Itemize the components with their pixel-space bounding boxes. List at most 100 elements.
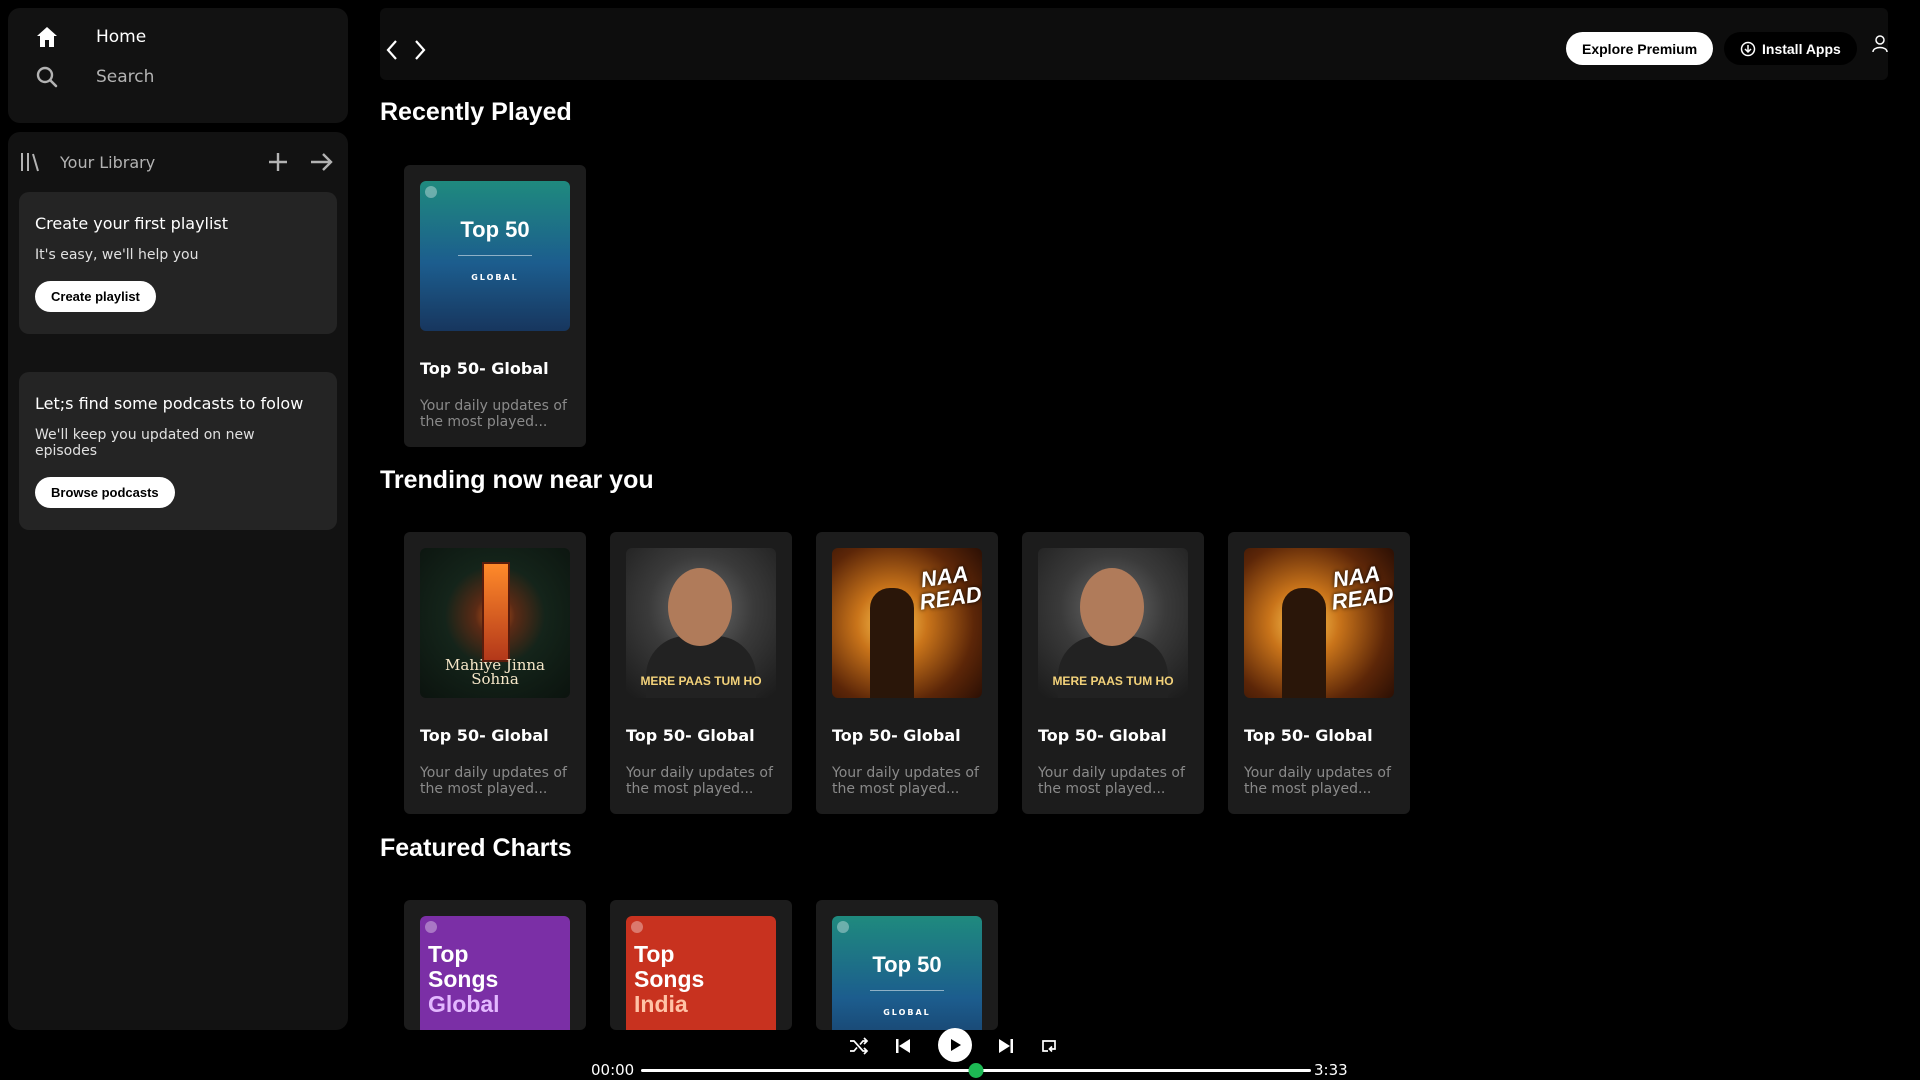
- cover-line: Top: [634, 941, 675, 967]
- portrait-face: [668, 568, 732, 646]
- sidebar-item-label: Home: [96, 27, 147, 47]
- library-icon[interactable]: [18, 150, 42, 174]
- section-title-recently-played: Recently Played: [380, 98, 572, 126]
- next-icon[interactable]: [994, 1034, 1018, 1058]
- section-title-trending: Trending now near you: [380, 466, 654, 494]
- playlist-card[interactable]: NAA READY Top 50- Global Your daily upda…: [816, 532, 998, 814]
- cover-title: Top Songs Global: [428, 942, 500, 1017]
- play-icon: [951, 1039, 961, 1051]
- playlist-cover: Top Songs Global: [420, 916, 570, 1030]
- browse-podcasts-card: Let;s find some podcasts to folow We'll …: [19, 372, 337, 530]
- chevron-right-icon[interactable]: [410, 38, 430, 62]
- arrow-right-icon[interactable]: [306, 146, 338, 178]
- browse-podcasts-button[interactable]: Browse podcasts: [35, 477, 175, 508]
- spotify-logo-icon: [425, 921, 437, 933]
- phone-booth-graphic: [482, 562, 510, 662]
- card-title: Top 50- Global: [420, 359, 549, 378]
- spotify-logo-icon: [837, 921, 849, 933]
- cover-line: India: [634, 991, 688, 1017]
- card-title: Top 50- Global: [420, 726, 549, 745]
- card-description: Your daily updates of the most played...: [626, 765, 773, 797]
- library-panel: Your Library Create your first playlist …: [8, 132, 348, 1030]
- explore-premium-button[interactable]: Explore Premium: [1566, 32, 1714, 65]
- playlist-cover: MERE PAAS TUM HO: [1038, 548, 1188, 698]
- sidebar-nav: Home Search: [8, 8, 348, 123]
- figure-graphic: [1282, 588, 1326, 698]
- current-time: 00:00: [591, 1061, 635, 1079]
- spotify-logo-icon: [425, 186, 437, 198]
- playlist-cover: NAA READY: [832, 548, 982, 698]
- cover-divider: [870, 990, 944, 991]
- cover-title: Mahiye Jinna Sohna: [445, 656, 545, 688]
- cover-title: Top 50: [872, 952, 942, 977]
- playlist-cover: NAA READY: [1244, 548, 1394, 698]
- playlist-card[interactable]: Top Songs Global: [404, 900, 586, 1030]
- cover-title: Top Songs India: [634, 942, 704, 1017]
- button-label: Install Apps: [1762, 40, 1841, 57]
- install-apps-button[interactable]: Install Apps: [1724, 32, 1857, 65]
- top-bar: Explore Premium Install Apps: [380, 8, 1888, 80]
- cover-line: Top: [428, 941, 469, 967]
- previous-icon[interactable]: [891, 1034, 915, 1058]
- playlist-cover: Mahiye Jinna Sohna: [420, 548, 570, 698]
- card-description: Your daily updates of the most played...: [1038, 765, 1185, 797]
- library-label[interactable]: Your Library: [60, 153, 250, 172]
- spotify-logo-icon: [631, 921, 643, 933]
- create-playlist-button[interactable]: Create playlist: [35, 281, 156, 312]
- trending-row: Mahiye Jinna Sohna Top 50- Global Your d…: [404, 532, 1410, 814]
- portrait-face: [1080, 568, 1144, 646]
- user-icon[interactable]: [1870, 34, 1890, 54]
- playlist-card[interactable]: MERE PAAS TUM HO Top 50- Global Your dai…: [1022, 532, 1204, 814]
- sidebar-item-home[interactable]: Home: [32, 22, 146, 52]
- sidebar-item-search[interactable]: Search: [32, 62, 154, 92]
- track-duration: 3:33: [1314, 1061, 1348, 1079]
- playlist-cover: Top 50 GLOBAL: [832, 916, 982, 1030]
- progress-bar[interactable]: [641, 1063, 1311, 1078]
- playlist-cover: Top 50 GLOBAL: [420, 181, 570, 331]
- playlist-cover: MERE PAAS TUM HO: [626, 548, 776, 698]
- repeat-icon[interactable]: [1037, 1034, 1061, 1058]
- button-label: Explore Premium: [1582, 40, 1698, 57]
- cover-subtitle: GLOBAL: [471, 273, 519, 282]
- play-button[interactable]: [938, 1028, 972, 1062]
- card-text: We'll keep you updated on new episodes: [35, 427, 255, 459]
- cover-title: Top 50: [460, 217, 530, 242]
- cover-subtitle: GLOBAL: [883, 1008, 931, 1017]
- figure-graphic: [870, 588, 914, 698]
- card-title: Top 50- Global: [1038, 726, 1167, 745]
- section-title-featured: Featured Charts: [380, 834, 572, 862]
- library-header: Your Library: [18, 142, 338, 182]
- card-description: Your daily updates of the most played...: [420, 765, 567, 797]
- create-playlist-card: Create your first playlist It's easy, we…: [19, 192, 337, 334]
- playlist-cover: Top Songs India: [626, 916, 776, 1030]
- playlist-card[interactable]: Top 50 GLOBAL Top 50- Global Your daily …: [404, 165, 586, 447]
- cover-title: MERE PAAS TUM HO: [640, 674, 762, 688]
- download-icon: [1740, 41, 1756, 57]
- progress-thumb[interactable]: [968, 1063, 984, 1078]
- card-description: Your daily updates of the most played...: [832, 765, 979, 797]
- card-title: Top 50- Global: [1244, 726, 1373, 745]
- sidebar-item-label: Search: [96, 67, 155, 87]
- playlist-card[interactable]: NAA READY Top 50- Global Your daily upda…: [1228, 532, 1410, 814]
- card-title: Let;s find some podcasts to folow: [35, 394, 304, 413]
- cover-line: Songs: [428, 966, 499, 992]
- card-title: Top 50- Global: [626, 726, 755, 745]
- search-icon: [32, 62, 62, 92]
- shuffle-icon[interactable]: [847, 1034, 871, 1058]
- cover-divider: [458, 255, 532, 256]
- cover-title: NAA READY: [1329, 560, 1394, 615]
- cover-title: NAA READY: [917, 560, 982, 615]
- recently-played-row: Top 50 GLOBAL Top 50- Global Your daily …: [404, 165, 586, 447]
- cover-line: Global: [428, 991, 500, 1017]
- playlist-card[interactable]: Mahiye Jinna Sohna Top 50- Global Your d…: [404, 532, 586, 814]
- home-icon: [32, 22, 62, 52]
- card-description: Your daily updates of the most played...: [420, 398, 567, 430]
- playlist-card[interactable]: Top Songs India: [610, 900, 792, 1030]
- card-title: Create your first playlist: [35, 214, 229, 233]
- card-title: Top 50- Global: [832, 726, 961, 745]
- chevron-left-icon[interactable]: [382, 38, 402, 62]
- playlist-card[interactable]: Top 50 GLOBAL: [816, 900, 998, 1030]
- cover-title: MERE PAAS TUM HO: [1052, 674, 1174, 688]
- playlist-card[interactable]: MERE PAAS TUM HO Top 50- Global Your dai…: [610, 532, 792, 814]
- add-icon[interactable]: [262, 146, 294, 178]
